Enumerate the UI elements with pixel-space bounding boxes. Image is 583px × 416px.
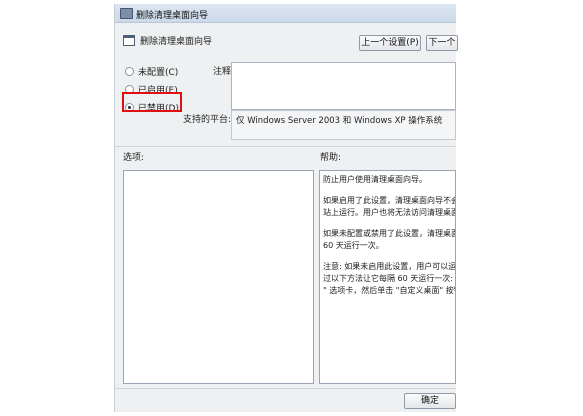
help-label: 帮助: xyxy=(320,153,342,163)
platform-field: 仅 Windows Server 2003 和 Windows XP 操作系统 xyxy=(231,110,456,140)
highlight-annotation-box xyxy=(122,92,182,112)
divider xyxy=(115,146,456,147)
setting-title: 删除清理桌面向导 xyxy=(140,37,213,47)
window-icon xyxy=(120,8,133,19)
next-setting-button[interactable]: 下一个 xyxy=(426,35,458,51)
help-paragraph: 注意: 如果未启用此设置，用户可以运行 过以下方法让它每隔 60 天运行一次: … xyxy=(323,262,456,295)
help-paragraph: 如果启用了此设置，清理桌面向导不会每 站上运行。用户也将无法访问清理桌面向 xyxy=(323,196,456,217)
setting-icon xyxy=(123,35,135,46)
radio-not-configured[interactable]: 未配置(C) xyxy=(125,65,205,79)
comment-textarea[interactable] xyxy=(231,62,456,110)
divider xyxy=(115,388,456,389)
platform-label: 支持的平台: xyxy=(183,115,232,125)
help-pane[interactable]: 防止用户使用清理桌面向导。 如果启用了此设置，清理桌面向导不会每 站上运行。用户… xyxy=(319,170,456,384)
radio-button[interactable] xyxy=(125,67,134,76)
radio-label: 未配置(C) xyxy=(138,68,179,78)
options-label: 选项: xyxy=(123,153,145,163)
previous-setting-button[interactable]: 上一个设置(P) xyxy=(359,35,421,51)
ok-button[interactable]: 确定 xyxy=(404,393,456,409)
options-pane[interactable] xyxy=(123,170,314,384)
window-title: 删除清理桌面向导 xyxy=(136,11,209,21)
help-paragraph: 如果未配置或禁用了此设置，清理桌面向 60 天运行一次。 xyxy=(323,229,456,250)
title-bar[interactable]: 删除清理桌面向导 xyxy=(115,4,456,23)
help-paragraph: 防止用户使用清理桌面向导。 xyxy=(323,175,427,184)
group-policy-setting-dialog: 删除清理桌面向导 删除清理桌面向导 上一个设置(P) 下一个 未配置(C) 已启… xyxy=(114,4,458,412)
